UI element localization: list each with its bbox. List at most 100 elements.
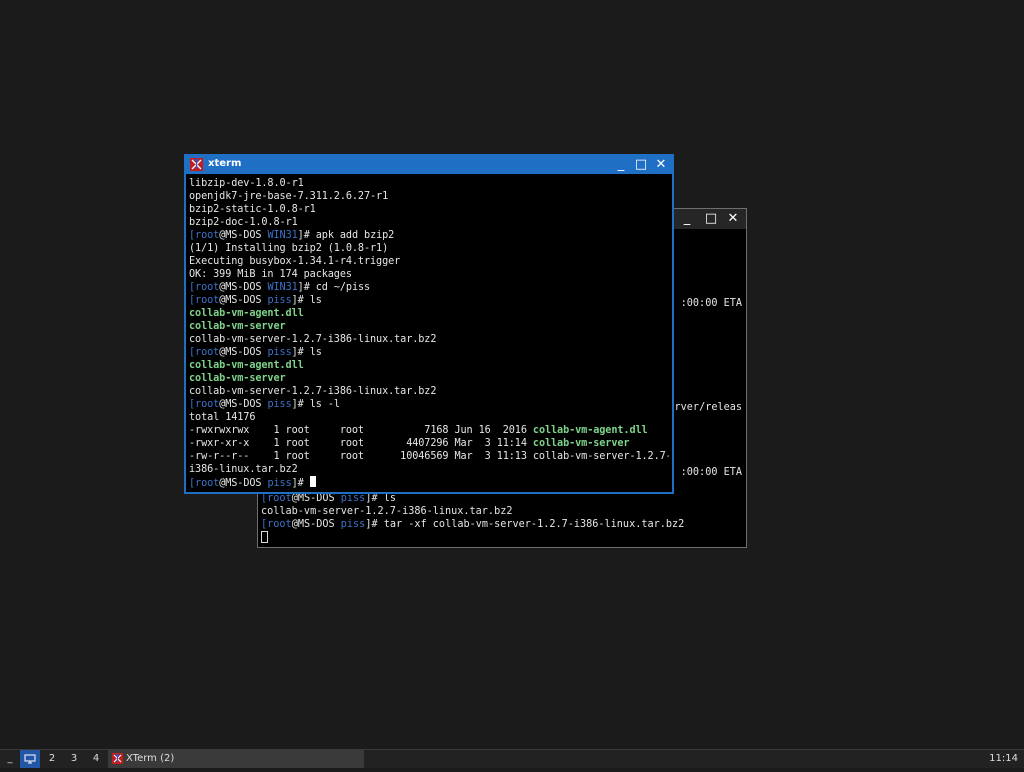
terminal-line: -rwxrwxrwx 1 root root 7168 Jun 16 2016 … (189, 424, 669, 437)
prompt-user: root (195, 295, 220, 306)
minimize-icon[interactable]: _ (680, 212, 694, 226)
executable-file-name: collab-vm-agent.dll (189, 360, 304, 371)
workspace-3[interactable]: 3 (64, 750, 84, 768)
output-text: collab-vm-server-1.2.7-i386-linux.tar.bz… (261, 506, 513, 517)
terminal-line: collab-vm-server-1.2.7-i386-linux.tar.bz… (189, 333, 669, 346)
close-icon[interactable]: ✕ (654, 158, 668, 172)
terminal-output[interactable]: libzip-dev-1.8.0-r1 openjdk7-jre-base-7.3… (189, 177, 669, 490)
terminal-line: [root@MS-DOS piss]# ls -l (189, 399, 340, 410)
terminal-line (261, 531, 743, 544)
prompt-host: MS-DOS (225, 399, 262, 410)
output-text: -rw-r--r-- 1 root root 10046569 Mar 3 11… (189, 451, 669, 462)
executable-file-name: collab-vm-server (189, 321, 286, 332)
terminal-line: (1/1) Installing bzip2 (1.0.8-r1) (189, 242, 669, 255)
menu-button[interactable]: _ (3, 750, 17, 768)
command-text: ls (383, 493, 397, 504)
executable-file-name: collab-vm-server (189, 373, 286, 384)
workspace-1[interactable] (20, 750, 40, 768)
terminal-line: openjdk7-jre-base-7.311.2.6.27-r1 (189, 190, 669, 203)
output-text: bzip2-doc-1.0.8-r1 (189, 217, 298, 228)
background-output-fragment: :00:00 ETA (680, 467, 742, 478)
terminal-line: collab-vm-server (189, 372, 669, 385)
prompt-user: root (195, 478, 220, 489)
taskbar: _ 2 3 4 XTerm (2) 11:14 (0, 749, 1024, 768)
taskbar-task-xterm[interactable]: XTerm (2) (108, 750, 364, 768)
minimize-icon[interactable]: _ (614, 158, 628, 172)
background-output-fragment: rver/releas (674, 402, 742, 413)
terminal-line: [root@MS-DOS WIN31]# cd ~/piss (189, 282, 371, 293)
prompt-dir: WIN31 (267, 230, 298, 241)
clock: 11:14 (989, 753, 1018, 764)
terminal-line: [root@MS-DOS piss]# tar -xf collab-vm-se… (261, 519, 685, 530)
terminal-line: collab-vm-agent.dll (189, 307, 669, 320)
output-text: -rwxr-xr-x 1 root root 4407296 Mar 3 11:… (189, 438, 533, 449)
terminal-line: -rw-r--r-- 1 root root 10046569 Mar 3 11… (189, 450, 669, 463)
command-text: ls -l (309, 399, 340, 410)
maximize-icon[interactable]: □ (634, 158, 648, 172)
prompt-dir: piss (267, 295, 292, 306)
output-text: -rwxrwxrwx 1 root root 7168 Jun 16 2016 (189, 425, 533, 436)
prompt-user: root (195, 399, 220, 410)
output-text: i386-linux.tar.bz2 (189, 464, 298, 475)
terminal-line: [root@MS-DOS piss]# ls (189, 347, 322, 358)
command-text: tar -xf collab-vm-server-1.2.7-i386-linu… (383, 519, 685, 530)
prompt-user: root (195, 282, 220, 293)
terminal-line: total 14176 (189, 411, 669, 424)
xterm-titlebar[interactable]: xterm _ □ ✕ (186, 156, 672, 174)
xterm-icon (112, 753, 123, 764)
monitor-icon (24, 754, 36, 764)
prompt-host: MS-DOS (225, 230, 262, 241)
output-text: collab-vm-server-1.2.7-i386-linux.tar.bz… (189, 386, 437, 397)
task-label: XTerm (2) (126, 753, 175, 764)
prompt-dir: piss (340, 519, 366, 530)
output-text: Executing busybox-1.34.1-r4.trigger (189, 256, 401, 267)
background-terminal-output[interactable]: [root@MS-DOS piss]# ls collab-vm-server-1… (261, 492, 743, 545)
terminal-line: [root@MS-DOS piss]# ls (189, 295, 322, 306)
workspace-2[interactable]: 2 (42, 750, 62, 768)
terminal-line: bzip2-doc-1.0.8-r1 (189, 216, 669, 229)
output-text: bzip2-static-1.0.8-r1 (189, 204, 316, 215)
output-text: (1/1) Installing bzip2 (1.0.8-r1) (189, 243, 389, 254)
output-text: collab-vm-server-1.2.7-i386-linux.tar.bz… (189, 334, 437, 345)
executable-file-name: collab-vm-agent.dll (532, 425, 648, 436)
terminal-line: Executing busybox-1.34.1-r4.trigger (189, 255, 669, 268)
executable-file-name: collab-vm-server (532, 438, 630, 449)
prompt-host: MS-DOS (297, 493, 335, 504)
terminal-line: [root@MS-DOS WIN31]# apk add bzip2 (189, 230, 395, 241)
terminal-line: collab-vm-server (189, 320, 669, 333)
prompt-dir: piss (267, 478, 292, 489)
terminal-line: OK: 399 MiB in 174 packages (189, 268, 669, 281)
terminal-cursor (309, 476, 316, 487)
workspace-4[interactable]: 4 (86, 750, 106, 768)
xterm-icon (190, 158, 203, 171)
xterm-window[interactable]: xterm _ □ ✕ libzip-dev-1.8.0-r1 openjdk7-… (184, 154, 674, 494)
terminal-line: collab-vm-server-1.2.7-i386-linux.tar.bz… (189, 385, 669, 398)
prompt-host: MS-DOS (225, 282, 262, 293)
command-text: apk add bzip2 (315, 230, 395, 241)
prompt-dir: WIN31 (267, 282, 298, 293)
prompt-host: MS-DOS (225, 295, 262, 306)
maximize-icon[interactable]: □ (704, 212, 718, 226)
prompt-dir: piss (267, 399, 292, 410)
terminal-cursor (261, 531, 268, 543)
window-title: xterm (208, 158, 242, 169)
background-output-fragment: :00:00 ETA (680, 298, 742, 309)
command-text: ls (309, 295, 322, 306)
terminal-line: collab-vm-agent.dll (189, 359, 669, 372)
terminal-line: bzip2-static-1.0.8-r1 (189, 203, 669, 216)
output-text: libzip-dev-1.8.0-r1 (189, 178, 304, 189)
prompt-user: root (267, 493, 292, 504)
executable-file-name: collab-vm-agent.dll (189, 308, 304, 319)
terminal-line: i386-linux.tar.bz2 (189, 463, 669, 476)
prompt-dir: piss (267, 347, 292, 358)
prompt-dir: piss (340, 493, 366, 504)
output-text: OK: 399 MiB in 174 packages (189, 269, 352, 280)
prompt-host: MS-DOS (225, 347, 262, 358)
close-icon[interactable]: ✕ (726, 212, 740, 226)
command-text: ls (309, 347, 322, 358)
prompt-user: root (267, 519, 292, 530)
output-text: openjdk7-jre-base-7.311.2.6.27-r1 (189, 191, 389, 202)
prompt-user: root (195, 230, 220, 241)
terminal-line: libzip-dev-1.8.0-r1 (189, 177, 669, 190)
terminal-line: [root@MS-DOS piss]# (189, 476, 669, 489)
